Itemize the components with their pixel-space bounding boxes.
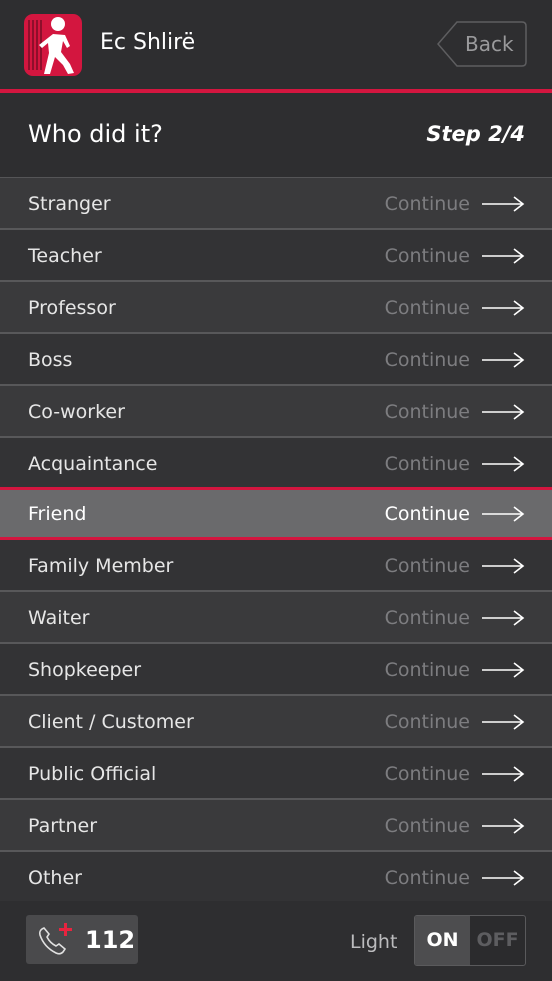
- option-continue-label: Continue: [384, 453, 470, 475]
- option-continue-label: Continue: [384, 607, 470, 629]
- option-row[interactable]: Family Member Continue: [0, 540, 552, 592]
- option-row[interactable]: Co-worker Continue: [0, 386, 552, 438]
- arrow-right-icon: [482, 352, 525, 368]
- arrow-right-icon: [482, 248, 525, 264]
- option-continue-label: Continue: [384, 503, 470, 525]
- option-continue-label: Continue: [384, 401, 470, 423]
- option-label: Professor: [28, 297, 116, 319]
- option-row[interactable]: Acquaintance Continue: [0, 438, 552, 490]
- arrow-right-icon: [482, 300, 525, 316]
- option-label: Waiter: [28, 607, 90, 629]
- option-label: Co-worker: [28, 401, 125, 423]
- option-row[interactable]: Stranger Continue: [0, 178, 552, 230]
- arrow-right-icon: [482, 558, 525, 574]
- phone-plus-icon: [38, 923, 72, 955]
- emergency-call-button[interactable]: 112: [26, 915, 138, 964]
- option-label: Teacher: [28, 245, 102, 267]
- app-title: Ec Shlirë: [100, 30, 196, 55]
- option-label: Stranger: [28, 193, 111, 215]
- option-row[interactable]: Waiter Continue: [0, 592, 552, 644]
- option-continue-label: Continue: [384, 193, 470, 215]
- app-logo: [24, 14, 82, 76]
- options-list: Stranger Continue Teacher Continue Professor…: [0, 177, 552, 904]
- option-row[interactable]: Client / Customer Continue: [0, 696, 552, 748]
- option-continue-label: Continue: [384, 763, 470, 785]
- step-question: Who did it?: [28, 120, 163, 148]
- arrow-right-icon: [482, 714, 525, 730]
- option-row[interactable]: Partner Continue: [0, 800, 552, 852]
- option-row[interactable]: Public Official Continue: [0, 748, 552, 800]
- option-label: Family Member: [28, 555, 174, 577]
- option-row[interactable]: Teacher Continue: [0, 230, 552, 282]
- arrow-right-icon: [482, 662, 525, 678]
- option-row[interactable]: Other Continue: [0, 852, 552, 904]
- option-row[interactable]: Shopkeeper Continue: [0, 644, 552, 696]
- option-row[interactable]: Boss Continue: [0, 334, 552, 386]
- arrow-right-icon: [482, 766, 525, 782]
- arrow-right-icon: [482, 870, 525, 886]
- arrow-right-icon: [482, 404, 525, 420]
- light-toggle-on[interactable]: ON: [415, 916, 470, 965]
- option-label: Public Official: [28, 763, 157, 785]
- back-button-label: Back: [465, 32, 514, 56]
- option-continue-label: Continue: [384, 555, 470, 577]
- app-header: Ec Shlirë Back: [0, 0, 552, 89]
- step-bar: Who did it? Step 2/4: [0, 93, 552, 177]
- option-row[interactable]: Professor Continue: [0, 282, 552, 334]
- option-continue-label: Continue: [384, 245, 470, 267]
- step-progress: Step 2/4: [426, 122, 525, 146]
- option-label: Friend: [28, 503, 87, 525]
- arrow-right-icon: [482, 818, 525, 834]
- option-continue-label: Continue: [384, 297, 470, 319]
- option-continue-label: Continue: [384, 867, 470, 889]
- option-continue-label: Continue: [384, 711, 470, 733]
- emergency-number: 112: [85, 926, 136, 954]
- footer-bar: 112 Light ON OFF: [0, 901, 552, 981]
- arrow-right-icon: [482, 456, 525, 472]
- arrow-right-icon: [482, 196, 525, 212]
- option-continue-label: Continue: [384, 659, 470, 681]
- option-label: Boss: [28, 349, 73, 371]
- back-button[interactable]: Back: [437, 21, 527, 67]
- light-label: Light: [350, 931, 398, 953]
- option-label: Client / Customer: [28, 711, 194, 733]
- option-continue-label: Continue: [384, 815, 470, 837]
- option-label: Acquaintance: [28, 453, 158, 475]
- option-continue-label: Continue: [384, 349, 470, 371]
- option-label: Other: [28, 867, 82, 889]
- light-toggle-off[interactable]: OFF: [470, 916, 525, 965]
- arrow-right-icon: [482, 610, 525, 626]
- option-row[interactable]: Friend Continue: [0, 487, 552, 540]
- arrow-right-icon: [482, 506, 525, 522]
- option-label: Shopkeeper: [28, 659, 142, 681]
- option-label: Partner: [28, 815, 98, 837]
- walking-person-icon: [39, 17, 74, 74]
- light-toggle[interactable]: ON OFF: [414, 915, 526, 966]
